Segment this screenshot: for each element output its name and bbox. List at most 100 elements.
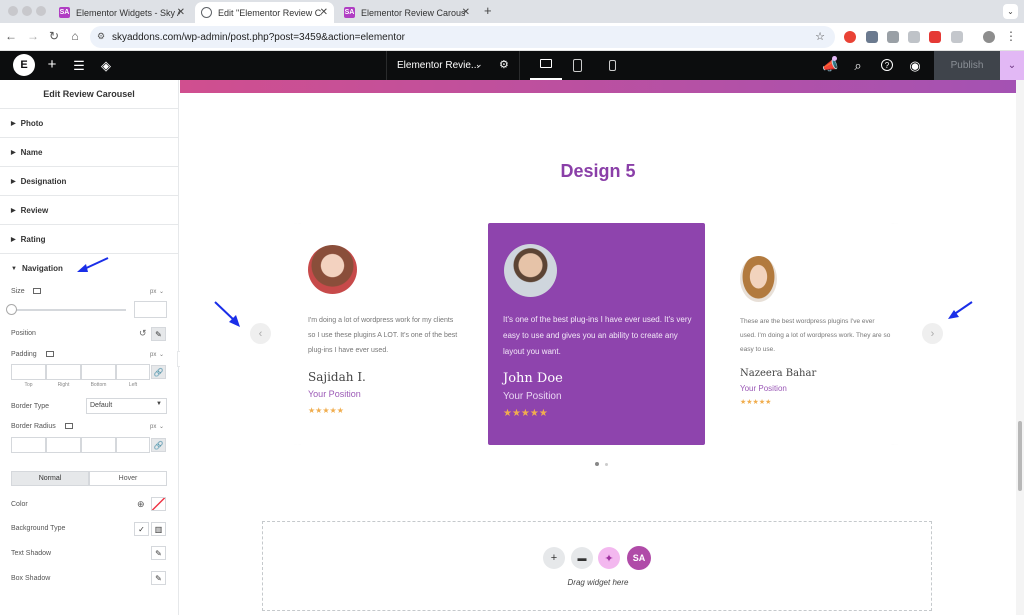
- section-designation[interactable]: ▶ Designation: [0, 167, 178, 196]
- back-icon[interactable]: ←: [4, 29, 18, 43]
- extension-icon[interactable]: [908, 31, 920, 43]
- padding-bottom-input[interactable]: [81, 364, 116, 380]
- side-label: Right: [57, 382, 70, 388]
- tab-hover[interactable]: Hover: [89, 471, 167, 486]
- drop-zone[interactable]: + ▬ ✦ SA Drag widget here: [262, 521, 932, 611]
- shield-extension-icon[interactable]: [866, 31, 878, 43]
- link-values-icon[interactable]: 🔗: [151, 438, 166, 452]
- tab-normal[interactable]: Normal: [11, 471, 89, 486]
- responsive-desktop-icon[interactable]: [65, 423, 73, 429]
- size-unit-select[interactable]: px: [150, 289, 156, 295]
- color-picker-swatch[interactable]: [151, 497, 166, 511]
- search-icon[interactable]: ⌕: [850, 58, 866, 74]
- add-section-plus-icon[interactable]: +: [543, 547, 565, 569]
- page-settings-gear-icon[interactable]: ⚙: [499, 58, 509, 71]
- youtube-extension-icon[interactable]: [929, 31, 941, 43]
- carousel-next-chevron-icon[interactable]: ›: [922, 323, 943, 344]
- brush-icon[interactable]: ✓: [134, 522, 149, 536]
- structure-layers-icon[interactable]: ◈: [98, 58, 114, 74]
- window-zoom-dot[interactable]: [36, 6, 46, 16]
- review-card[interactable]: These are the best wordpress plugins I'v…: [731, 223, 899, 445]
- border-type-select[interactable]: Default ▼: [86, 398, 167, 414]
- section-label: Review: [20, 205, 49, 215]
- section-photo[interactable]: ▶ Photo: [0, 109, 178, 138]
- padding-right-input[interactable]: [46, 364, 81, 380]
- window-minimize-dot[interactable]: [22, 6, 32, 16]
- elementor-logo-icon[interactable]: E: [13, 54, 35, 76]
- padding-unit-select[interactable]: px: [150, 352, 156, 358]
- globe-icon[interactable]: ⊕: [137, 499, 145, 510]
- review-card-active[interactable]: It's one of the best plug-ins I have eve…: [488, 223, 705, 445]
- tab-search-icon[interactable]: ⌄: [1003, 4, 1018, 19]
- color-label: Color: [11, 501, 28, 508]
- home-icon[interactable]: ⌂: [68, 29, 82, 43]
- close-tab-icon[interactable]: ✕: [462, 7, 470, 18]
- size-input[interactable]: [134, 301, 167, 318]
- caret-right-icon: ▶: [11, 120, 16, 127]
- pagination-dot-active[interactable]: [595, 462, 599, 466]
- scrollbar-thumb[interactable]: [1018, 421, 1022, 491]
- page-scrollbar[interactable]: [1016, 80, 1024, 615]
- section-review[interactable]: ▶ Review: [0, 196, 178, 225]
- reload-icon[interactable]: ↻: [47, 29, 61, 43]
- publish-options-chevron-icon[interactable]: ⌄: [1000, 51, 1024, 80]
- border-type-label: Border Type: [11, 403, 50, 410]
- url-field[interactable]: ⚙ skyaddons.com/wp-admin/post.php?post=3…: [90, 26, 835, 48]
- browser-tab-widgets[interactable]: SA Elementor Widgets - Sky Add ✕: [53, 2, 191, 23]
- review-card[interactable]: I'm doing a lot of wordpress work for my…: [293, 223, 463, 445]
- browser-tab-carousel[interactable]: SA Elementor Review Carousel W ✕: [338, 2, 476, 23]
- publish-button[interactable]: Publish: [934, 51, 1000, 80]
- tab-title: Elementor Review Carousel W: [361, 7, 465, 18]
- review-text: These are the best wordpress plugins I'v…: [740, 318, 891, 353]
- close-tab-icon[interactable]: ✕: [177, 7, 185, 18]
- ai-sparkle-icon[interactable]: ✦: [598, 547, 620, 569]
- skyaddons-logo-icon[interactable]: SA: [627, 546, 651, 570]
- size-slider-handle[interactable]: [6, 304, 17, 315]
- radius-right-input[interactable]: [46, 437, 81, 453]
- browser-tab-editor[interactable]: Edit "Elementor Review Carous ✕: [195, 2, 334, 23]
- chrome-extension-icon[interactable]: [844, 31, 856, 43]
- position-edit-pencil-icon[interactable]: ✎: [151, 327, 166, 341]
- pagination-dot[interactable]: [605, 463, 608, 466]
- profile-avatar[interactable]: [983, 31, 995, 43]
- new-tab-button[interactable]: +: [484, 3, 492, 18]
- responsive-desktop-icon[interactable]: [46, 351, 54, 357]
- radius-top-input[interactable]: [11, 437, 46, 453]
- radius-unit-select[interactable]: px: [150, 424, 156, 430]
- radius-bottom-input[interactable]: [81, 437, 116, 453]
- size-slider-track[interactable]: [12, 309, 126, 311]
- puzzle-icon[interactable]: [951, 31, 963, 43]
- responsive-desktop-icon[interactable]: [33, 288, 41, 294]
- padding-left-input[interactable]: [116, 364, 150, 380]
- carousel-prev-chevron-icon[interactable]: ‹: [250, 323, 271, 344]
- desktop-view-tab[interactable]: [530, 51, 562, 80]
- browser-menu-icon[interactable]: ⋮: [1005, 29, 1017, 43]
- rating-stars: ★★★★★: [308, 406, 344, 415]
- bookmark-star-icon[interactable]: ☆: [815, 30, 825, 43]
- site-settings-sliders-icon[interactable]: ☰: [71, 58, 87, 74]
- document-name-dropdown[interactable]: Elementor Revie... ⌄ ⚙: [386, 51, 520, 80]
- radius-left-input[interactable]: [116, 437, 150, 453]
- padding-top-input[interactable]: [11, 364, 46, 380]
- template-folder-icon[interactable]: ▬: [571, 547, 593, 569]
- link-values-icon[interactable]: 🔗: [151, 365, 166, 379]
- caret-right-icon: ▶: [11, 236, 16, 243]
- gradient-icon[interactable]: ▥: [151, 522, 166, 536]
- mobile-icon[interactable]: [609, 60, 616, 71]
- tablet-icon[interactable]: [573, 59, 582, 72]
- edit-pencil-icon[interactable]: ✎: [151, 546, 166, 560]
- close-tab-icon[interactable]: ✕: [320, 7, 328, 18]
- window-close-dot[interactable]: [8, 6, 18, 16]
- forward-icon[interactable]: →: [26, 29, 40, 43]
- add-element-icon[interactable]: +: [44, 56, 60, 73]
- browser-toolbar: ← → ↻ ⌂ ⚙ skyaddons.com/wp-admin/post.ph…: [0, 23, 1024, 51]
- preview-eye-icon[interactable]: ◉: [907, 58, 923, 74]
- section-rating[interactable]: ▶ Rating: [0, 225, 178, 254]
- reviewer-position: Your Position: [740, 384, 787, 393]
- section-name[interactable]: ▶ Name: [0, 138, 178, 167]
- edit-pencil-icon[interactable]: ✎: [151, 571, 166, 585]
- reset-icon[interactable]: ↺: [139, 328, 147, 339]
- help-icon[interactable]: ?: [881, 59, 893, 71]
- site-settings-icon[interactable]: ⚙: [97, 31, 105, 42]
- extension-icon[interactable]: [887, 31, 899, 43]
